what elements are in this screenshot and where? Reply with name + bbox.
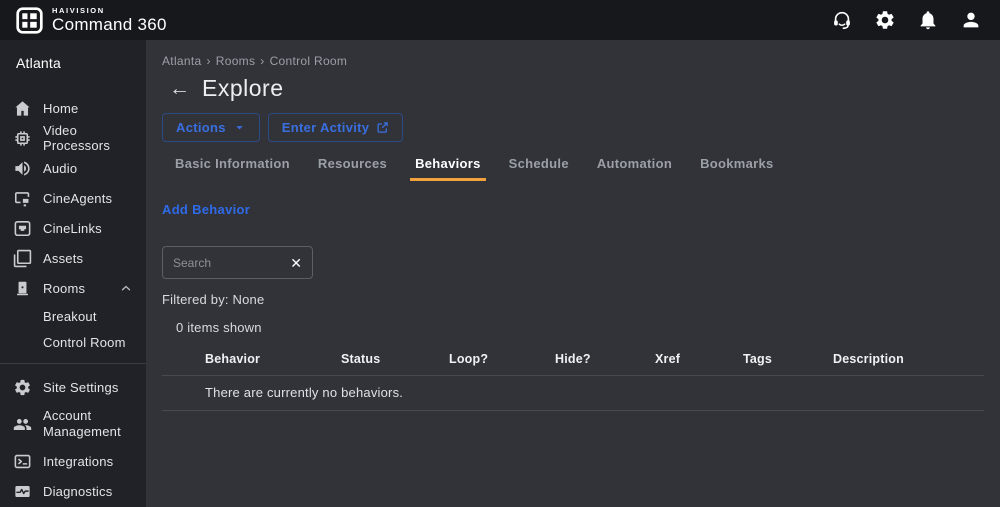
chip-icon (13, 129, 32, 148)
search-box: ✕ (162, 246, 313, 279)
chevron-up-icon (120, 282, 132, 294)
tab-schedule[interactable]: Schedule (504, 156, 574, 181)
sidebar-item-account-management[interactable]: Account Management (0, 402, 146, 446)
site-name: Atlanta (16, 55, 61, 71)
tab-resources[interactable]: Resources (313, 156, 392, 181)
ethernet-port-icon (13, 219, 32, 238)
sidebar-item-cineagents[interactable]: CineAgents (0, 183, 146, 213)
column-header-xref: Xref (655, 352, 681, 366)
tab-bookmarks[interactable]: Bookmarks (695, 156, 779, 181)
main-content: Atlanta › Rooms › Control Room ← Explore Act… (146, 40, 1000, 507)
screen-agent-icon (13, 189, 32, 208)
table-empty-message: There are currently no behaviors. (162, 376, 984, 411)
gear-icon (13, 378, 32, 397)
column-header-status: Status (341, 352, 381, 366)
back-arrow-icon[interactable]: ← (169, 78, 190, 99)
people-icon (13, 415, 32, 434)
sidebar-item-assets[interactable]: Assets (0, 243, 146, 273)
breadcrumb-control-room[interactable]: Control Room (270, 54, 348, 68)
sidebar-item-integrations[interactable]: Integrations (0, 446, 146, 476)
items-shown-text: 0 items shown (176, 320, 262, 335)
tab-automation[interactable]: Automation (592, 156, 677, 181)
settings-gear-icon[interactable] (874, 9, 896, 31)
sidebar-item-control-room[interactable]: Control Room (0, 329, 146, 355)
sidebar-item-video-processors[interactable]: Video Processors (0, 123, 146, 153)
sidebar: Atlanta Home Video Processors Audio Cine… (0, 40, 146, 507)
sidebar-item-breakout[interactable]: Breakout (0, 303, 146, 329)
breadcrumb-atlanta[interactable]: Atlanta (162, 54, 201, 68)
enter-activity-button[interactable]: Enter Activity (267, 113, 404, 142)
diagnostics-chart-icon (13, 482, 32, 501)
breadcrumb-separator: › (260, 54, 265, 68)
sidebar-item-site-settings[interactable]: Site Settings (0, 372, 146, 402)
column-header-loop: Loop? (449, 352, 489, 366)
terminal-icon (13, 452, 32, 471)
haivision-logo-icon (16, 6, 43, 34)
behaviors-table: Behavior Status Loop? Hide? Xref Tags De… (162, 352, 984, 411)
breadcrumb: Atlanta › Rooms › Control Room (162, 54, 984, 68)
column-header-behavior: Behavior (205, 352, 261, 366)
breadcrumb-rooms[interactable]: Rooms (216, 54, 256, 68)
sidebar-item-rooms[interactable]: Rooms (0, 273, 146, 303)
speaker-icon (13, 159, 32, 178)
table-header-row: Behavior Status Loop? Hide? Xref Tags De… (162, 352, 984, 376)
add-behavior-link[interactable]: Add Behavior (162, 202, 250, 217)
sidebar-item-cinelinks[interactable]: CineLinks (0, 213, 146, 243)
top-bar: HAIVISION Command 360 (0, 0, 1000, 40)
brand-name-large: Command 360 (52, 15, 167, 35)
tab-bar: Basic Information Resources Behaviors Sc… (162, 156, 984, 181)
sidebar-item-diagnostics[interactable]: Diagnostics (0, 476, 146, 506)
column-header-hide: Hide? (555, 352, 591, 366)
notifications-bell-icon[interactable] (917, 9, 939, 31)
external-link-icon (377, 122, 389, 133)
column-header-tags: Tags (743, 352, 773, 366)
sidebar-divider (0, 363, 146, 364)
home-icon (13, 99, 32, 118)
tab-basic-information[interactable]: Basic Information (170, 156, 295, 181)
sidebar-item-home[interactable]: Home (0, 93, 146, 123)
support-headset-icon[interactable] (831, 9, 853, 31)
door-icon (13, 279, 32, 298)
column-header-description: Description (833, 352, 904, 366)
brand: HAIVISION Command 360 (16, 7, 167, 34)
layers-stack-icon (13, 249, 32, 268)
breadcrumb-separator: › (206, 54, 211, 68)
user-account-icon[interactable] (960, 9, 982, 31)
page-title: Explore (202, 75, 284, 101)
tab-behaviors[interactable]: Behaviors (410, 156, 486, 181)
filtered-by-text: Filtered by: None (162, 292, 265, 307)
search-input[interactable] (173, 255, 290, 270)
brand-name-small: HAIVISION (52, 5, 105, 15)
chevron-down-icon (236, 126, 243, 130)
sidebar-item-audio[interactable]: Audio (0, 153, 146, 183)
clear-search-icon[interactable]: ✕ (289, 256, 303, 270)
actions-button[interactable]: Actions (162, 113, 260, 142)
